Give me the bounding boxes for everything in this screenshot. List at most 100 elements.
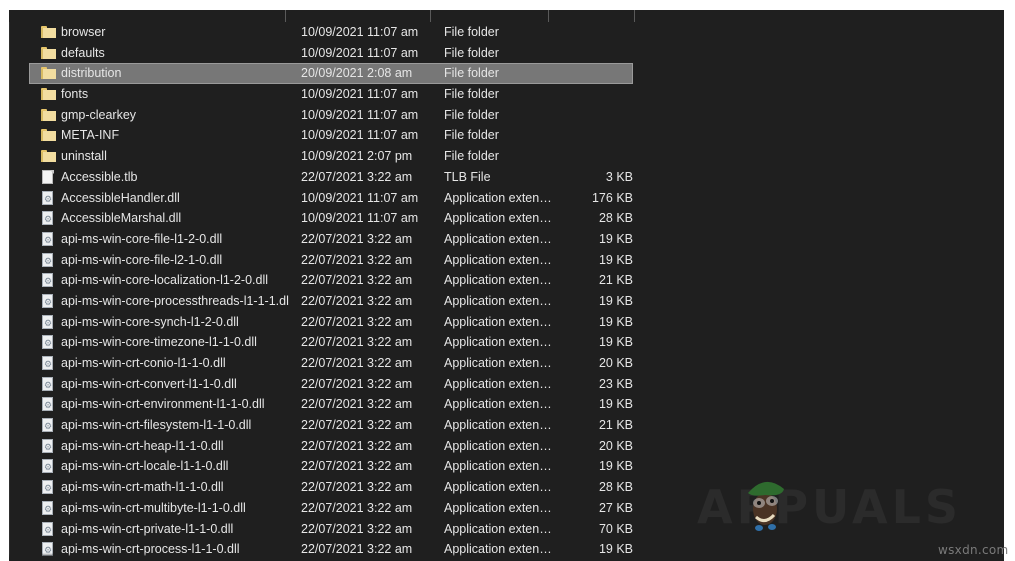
date-modified-cell: 22/07/2021 3:22 am bbox=[301, 231, 413, 246]
file-size-cell: 27 KB bbox=[598, 500, 633, 515]
folder-icon bbox=[41, 66, 57, 81]
table-row[interactable]: ⚙ api-ms-win-core-synch-l1-2-0.dll 22/07/2… bbox=[9, 312, 1004, 333]
table-row[interactable]: ⚙ api-ms-win-core-file-l1-2-0.dll 22/07/20… bbox=[9, 229, 1004, 250]
file-size-cell: 70 KB bbox=[598, 521, 633, 536]
dll-icon: ⚙ bbox=[41, 438, 57, 454]
file-name-cell: api-ms-win-core-file-l1-2-0.dll bbox=[61, 231, 223, 246]
file-type-cell: Application exten… bbox=[444, 356, 552, 370]
date-modified-cell: 10/09/2021 2:07 pm bbox=[301, 149, 413, 164]
file-name-cell: api-ms-win-crt-private-l1-1-0.dll bbox=[61, 521, 234, 536]
column-separator-2[interactable] bbox=[548, 10, 549, 22]
file-size-cell: 20 KB bbox=[598, 356, 633, 370]
row-icon-cell: ⚙ bbox=[41, 436, 57, 457]
file-name-cell: api-ms-win-crt-multibyte-l1-1-0.dll bbox=[61, 500, 246, 515]
dll-icon: ⚙ bbox=[41, 459, 57, 474]
row-icon-cell bbox=[41, 125, 57, 146]
dll-icon: ⚙ bbox=[41, 521, 57, 537]
table-row[interactable]: gmp-clearkey 10/09/2021 11:07 am File fold… bbox=[9, 105, 1004, 126]
file-name-cell: api-ms-win-crt-convert-l1-1-0.dll bbox=[61, 376, 237, 391]
file-name-cell: api-ms-win-crt-locale-l1-1-0.dll bbox=[61, 459, 229, 474]
table-row[interactable]: Accessible.tlb 22/07/2021 3:22 am TLB File… bbox=[9, 167, 1004, 188]
file-type-cell: File folder bbox=[444, 45, 499, 60]
row-icon-cell bbox=[41, 63, 57, 84]
column-separator-0[interactable] bbox=[285, 10, 286, 22]
file-name-cell: uninstall bbox=[61, 149, 107, 164]
file-name-cell: fonts bbox=[61, 87, 89, 102]
row-icon-cell: ⚙ bbox=[41, 291, 57, 312]
dll-icon: ⚙ bbox=[41, 480, 57, 495]
table-row[interactable]: ⚙ api-ms-win-crt-process-l1-1-0.dll 22/07/… bbox=[9, 539, 1004, 560]
file-name-cell: api-ms-win-crt-process-l1-1-0.dll bbox=[61, 542, 240, 557]
date-modified-cell: 20/09/2021 2:08 am bbox=[301, 66, 413, 81]
dll-icon: ⚙ bbox=[41, 542, 57, 557]
table-row[interactable]: ⚙ api-ms-win-crt-multibyte-l1-1-0.dll 22/0… bbox=[9, 498, 1004, 519]
table-row[interactable]: ⚙ AccessibleHandler.dll 10/09/2021 11:07 a… bbox=[9, 188, 1004, 209]
file-size-cell: 19 KB bbox=[598, 252, 633, 267]
date-modified-cell: 22/07/2021 3:22 am bbox=[301, 480, 413, 495]
row-icon-cell: ⚙ bbox=[41, 250, 57, 271]
file-name-cell: browser bbox=[61, 25, 106, 39]
table-row[interactable]: fonts 10/09/2021 11:07 am File folder bbox=[9, 84, 1004, 105]
file-name-cell: defaults bbox=[61, 45, 105, 60]
file-name-cell: api-ms-win-crt-conio-l1-1-0.dll bbox=[61, 356, 226, 370]
file-type-cell: File folder bbox=[444, 87, 499, 102]
file-size-cell bbox=[549, 84, 633, 105]
table-row[interactable]: ⚙ api-ms-win-core-processthreads-l1-1-1.d… bbox=[9, 291, 1004, 312]
file-type-cell: File folder bbox=[444, 107, 499, 122]
file-size-cell: 19 KB bbox=[598, 459, 633, 474]
table-row[interactable]: ⚙ api-ms-win-crt-math-l1-1-0.dll 22/07/202… bbox=[9, 477, 1004, 498]
file-name-cell: api-ms-win-core-localization-l1-2-0.dll bbox=[61, 273, 269, 288]
file-type-cell: Application exten… bbox=[444, 335, 552, 350]
table-row[interactable]: META-INF 10/09/2021 11:07 am File folder bbox=[9, 125, 1004, 146]
table-row[interactable]: ⚙ api-ms-win-crt-conio-l1-1-0.dll 22/07/20… bbox=[9, 353, 1004, 374]
table-row[interactable]: ⚙ api-ms-win-core-file-l2-1-0.dll 22/07/20… bbox=[9, 250, 1004, 271]
table-row[interactable]: ⚙ api-ms-win-crt-filesystem-l1-1-0.dll 22/… bbox=[9, 415, 1004, 436]
file-type-cell: Application exten… bbox=[444, 480, 552, 495]
date-modified-cell: 22/07/2021 3:22 am bbox=[301, 418, 413, 433]
row-icon-cell bbox=[41, 146, 57, 167]
document-icon bbox=[41, 169, 57, 185]
file-name-cell: api-ms-win-crt-environment-l1-1-0.dll bbox=[61, 397, 265, 412]
row-icon-cell: ⚙ bbox=[41, 394, 57, 415]
file-list[interactable]: browser 10/09/2021 11:07 am File folder def… bbox=[9, 22, 1004, 561]
table-row[interactable]: ⚙ api-ms-win-crt-private-l1-1-0.dll 22/07/… bbox=[9, 519, 1004, 540]
date-modified-cell: 10/09/2021 11:07 am bbox=[301, 190, 419, 205]
date-modified-cell: 22/07/2021 3:22 am bbox=[301, 356, 413, 370]
table-row[interactable]: ⚙ api-ms-win-core-timezone-l1-1-0.dll 22/0… bbox=[9, 332, 1004, 353]
file-size-cell bbox=[549, 43, 633, 64]
date-modified-cell: 22/07/2021 3:22 am bbox=[301, 397, 413, 412]
table-row[interactable]: defaults 10/09/2021 11:07 am File folder bbox=[9, 43, 1004, 64]
folder-icon bbox=[41, 128, 57, 143]
file-type-cell: Application exten… bbox=[444, 252, 552, 267]
file-size-cell: 28 KB bbox=[598, 211, 633, 226]
date-modified-cell: 10/09/2021 11:07 am bbox=[301, 87, 419, 102]
file-name-cell: api-ms-win-crt-math-l1-1-0.dll bbox=[61, 480, 224, 495]
table-row[interactable]: ⚙ AccessibleMarshal.dll 10/09/2021 11:07 a… bbox=[9, 208, 1004, 229]
file-type-cell: File folder bbox=[444, 149, 499, 164]
date-modified-cell: 22/07/2021 3:22 am bbox=[301, 500, 413, 515]
row-icon-cell: ⚙ bbox=[41, 539, 57, 560]
table-row[interactable]: uninstall 10/09/2021 2:07 pm File folder bbox=[9, 146, 1004, 167]
table-row[interactable]: ⚙ api-ms-win-crt-convert-l1-1-0.dll 22/07/… bbox=[9, 374, 1004, 395]
file-name-cell: META-INF bbox=[61, 128, 120, 143]
folder-icon bbox=[41, 46, 57, 61]
table-row[interactable]: ⚙ api-ms-win-core-localization-l1-2-0.dll… bbox=[9, 270, 1004, 291]
table-row[interactable]: browser 10/09/2021 11:07 am File folder bbox=[9, 22, 1004, 43]
date-modified-cell: 22/07/2021 3:22 am bbox=[301, 293, 413, 308]
table-row[interactable]: ⚙ api-ms-win-crt-locale-l1-1-0.dll 22/07/2… bbox=[9, 456, 1004, 477]
column-separator-1[interactable] bbox=[430, 10, 431, 22]
date-modified-cell: 22/07/2021 3:22 am bbox=[301, 169, 413, 184]
site-credit-watermark: wsxdn.com bbox=[938, 543, 1009, 557]
table-row[interactable]: ⚙ api-ms-win-crt-heap-l1-1-0.dll 22/07/202… bbox=[9, 436, 1004, 457]
file-name-cell: api-ms-win-core-file-l2-1-0.dll bbox=[61, 252, 223, 267]
column-separator-3[interactable] bbox=[634, 10, 635, 22]
column-header-bar[interactable] bbox=[9, 10, 1004, 22]
dll-icon: ⚙ bbox=[41, 293, 57, 309]
dll-icon: ⚙ bbox=[41, 356, 57, 371]
file-size-cell: 28 KB bbox=[598, 480, 633, 495]
file-type-cell: Application exten… bbox=[444, 418, 552, 433]
row-icon-cell: ⚙ bbox=[41, 229, 57, 250]
table-row[interactable]: distribution 20/09/2021 2:08 am File folde… bbox=[9, 63, 1004, 85]
file-type-cell: Application exten… bbox=[444, 314, 552, 329]
table-row[interactable]: ⚙ api-ms-win-crt-environment-l1-1-0.dll 22… bbox=[9, 394, 1004, 415]
